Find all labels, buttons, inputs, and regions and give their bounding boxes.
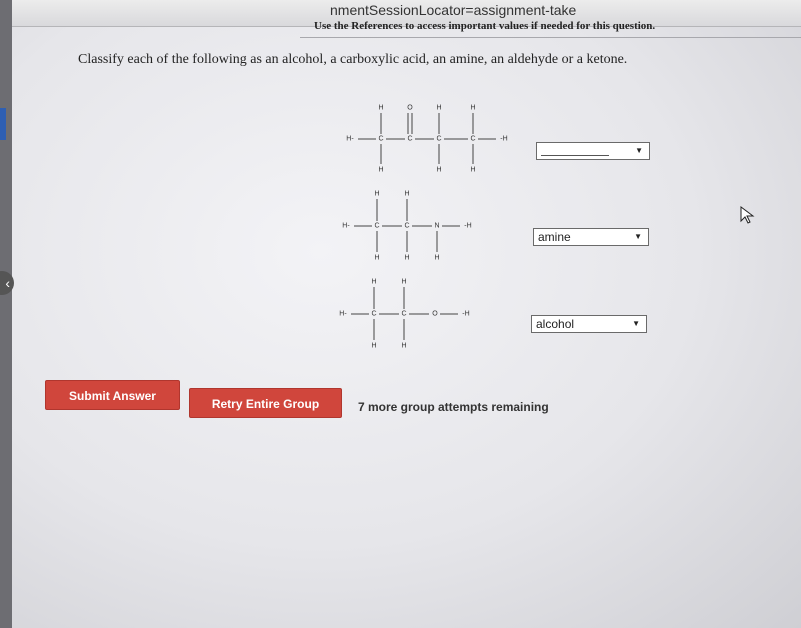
atom: -H	[464, 223, 471, 230]
atom: H	[404, 191, 409, 198]
atom: C	[378, 136, 383, 143]
atom: H	[371, 343, 376, 350]
atom: H	[378, 167, 383, 174]
atom: H	[371, 279, 376, 286]
question-prompt: Classify each of the following as an alc…	[78, 52, 628, 67]
answer-select-3[interactable]: alcohol ▼	[531, 315, 647, 333]
select-value: alcohol	[536, 317, 575, 331]
atom: H	[401, 343, 406, 350]
blank-placeholder-line	[541, 155, 609, 156]
answer-select-2[interactable]: amine ▼	[533, 228, 649, 246]
structure-1: H O H H H- C C C C -H H H H	[346, 105, 507, 174]
atom: -H	[500, 136, 507, 143]
atom: H-	[346, 136, 354, 143]
atom: H	[401, 279, 406, 286]
atom: H	[470, 167, 475, 174]
side-tab-highlight	[0, 108, 6, 140]
answer-select-1[interactable]: ▼	[536, 142, 650, 160]
atom: H-	[339, 311, 347, 318]
attempts-remaining: 7 more group attempts remaining	[358, 400, 549, 414]
atom: O	[432, 311, 438, 318]
atom: -H	[462, 311, 469, 318]
retry-group-button[interactable]: Retry Entire Group	[189, 388, 342, 418]
atom: H	[378, 105, 383, 112]
select-value: amine	[538, 230, 571, 244]
atom: H	[436, 105, 441, 112]
references-divider	[300, 37, 801, 38]
submit-answer-button[interactable]: Submit Answer	[45, 380, 180, 410]
atom: C	[401, 311, 406, 318]
references-note: Use the References to access important v…	[314, 20, 656, 32]
atom: H	[374, 255, 379, 262]
atom: H	[470, 105, 475, 112]
atom: C	[470, 136, 475, 143]
chevron-down-icon[interactable]: ▼	[634, 229, 642, 245]
chevron-down-icon[interactable]: ▼	[632, 316, 640, 332]
mouse-pointer-icon	[740, 206, 755, 224]
chevron-down-icon[interactable]: ▼	[635, 143, 643, 159]
structure-3: H H H- C C O -H H H	[339, 279, 469, 350]
structure-2: H H H- C C N -H H H H	[342, 191, 471, 262]
atom: H	[374, 191, 379, 198]
url-text[interactable]: nmentSessionLocator=assignment-take	[330, 2, 576, 18]
atom: C	[407, 136, 412, 143]
atom: H	[404, 255, 409, 262]
atom: H	[436, 167, 441, 174]
atom: H	[434, 255, 439, 262]
window-left-edge	[0, 0, 12, 628]
atom: C	[404, 223, 409, 230]
atom: N	[434, 223, 439, 230]
atom: O	[407, 105, 413, 112]
atom: C	[371, 311, 376, 318]
atom: H-	[342, 223, 350, 230]
atom: C	[374, 223, 379, 230]
atom: C	[436, 136, 441, 143]
